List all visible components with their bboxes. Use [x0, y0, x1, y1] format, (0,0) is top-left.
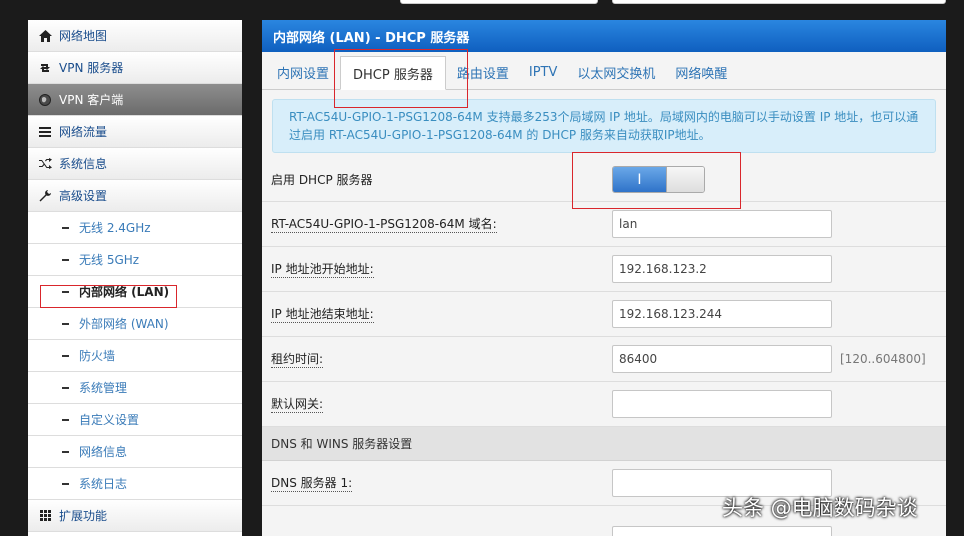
home-icon: [38, 29, 52, 43]
tab-iptv[interactable]: IPTV: [520, 56, 567, 89]
sidebar-sub-label: 防火墙: [79, 349, 116, 363]
top-input-left[interactable]: [400, 0, 598, 4]
sidebar-sub-label: 系统管理: [79, 381, 128, 395]
sidebar-item-network-info[interactable]: 网络信息: [28, 436, 242, 468]
gateway-input[interactable]: [612, 390, 832, 418]
enable-dhcp-label: 启用 DHCP 服务器: [271, 172, 373, 187]
highlight-box-dhcp-tab: [334, 49, 468, 108]
tab-lan-settings[interactable]: 内网设置: [268, 56, 338, 89]
dash-icon: [62, 450, 69, 453]
sidebar-item-admin[interactable]: 系统管理: [28, 372, 242, 404]
sidebar-sub-label: 网络信息: [79, 445, 128, 459]
sidebar-item-wireless-5[interactable]: 无线 5GHz: [28, 244, 242, 276]
row-gateway: 默认网关:: [262, 382, 946, 427]
row-pool-start: IP 地址池开始地址:: [262, 247, 946, 292]
lease-time-label: 租约时间:: [271, 352, 324, 368]
dns-section-title: DNS 和 WINS 服务器设置: [262, 427, 946, 461]
dash-icon: [62, 354, 69, 357]
sidebar-item-wan[interactable]: 外部网络 (WAN): [28, 308, 242, 340]
gateway-label: 默认网关:: [271, 397, 324, 413]
pool-start-input[interactable]: [612, 255, 832, 283]
sidebar: 网络地图 VPN 服务器 VPN 客户端 网络流量 系统信息 高级设置 无线 2…: [28, 20, 242, 536]
sidebar-sub-label: 外部网络 (WAN): [79, 317, 169, 331]
panel-title: 内部网络 (LAN) - DHCP 服务器: [262, 20, 946, 52]
dns2-input[interactable]: [612, 526, 832, 536]
sidebar-item-network-map[interactable]: 网络地图: [28, 20, 242, 52]
dash-icon: [62, 258, 69, 261]
highlight-box-toggle: [572, 152, 741, 209]
sidebar-item-advanced[interactable]: 高级设置: [28, 180, 242, 212]
sidebar-item-wireless-24[interactable]: 无线 2.4GHz: [28, 212, 242, 244]
highlight-box-lan: [40, 285, 177, 308]
sidebar-item-custom[interactable]: 自定义设置: [28, 404, 242, 436]
sidebar-item-extensions[interactable]: 扩展功能: [28, 500, 242, 532]
row-pool-end: IP 地址池结束地址:: [262, 292, 946, 337]
retweet-icon: [38, 61, 52, 75]
domain-label: RT-AC54U-GPIO-1-PSG1208-64M 域名:: [271, 217, 497, 233]
sidebar-item-label: 系统信息: [59, 157, 108, 171]
domain-input[interactable]: [612, 210, 832, 238]
lease-time-input[interactable]: [612, 345, 832, 373]
sidebar-sub-label: 自定义设置: [79, 413, 140, 427]
sidebar-item-syslog[interactable]: 系统日志: [28, 468, 242, 500]
lease-time-range: [120..604800]: [840, 352, 926, 366]
grid-icon: [38, 509, 52, 523]
pool-start-label: IP 地址池开始地址:: [271, 262, 374, 278]
sidebar-item-vpn-server[interactable]: VPN 服务器: [28, 52, 242, 84]
dash-icon: [62, 418, 69, 421]
sidebar-item-label: 网络流量: [59, 125, 108, 139]
sidebar-item-label: 高级设置: [59, 189, 108, 203]
sidebar-item-vpn-client[interactable]: VPN 客户端: [28, 84, 242, 116]
sidebar-item-label: VPN 客户端: [59, 93, 124, 107]
pool-end-input[interactable]: [612, 300, 832, 328]
shuffle-icon: [38, 157, 52, 171]
sidebar-item-label: 扩展功能: [59, 509, 108, 523]
globe-icon: [38, 93, 52, 107]
dash-icon: [62, 322, 69, 325]
dash-icon: [62, 226, 69, 229]
sidebar-sub-label: 无线 5GHz: [79, 253, 140, 267]
sidebar-item-traffic[interactable]: 网络流量: [28, 116, 242, 148]
tab-ethernet-switch[interactable]: 以太网交换机: [568, 56, 664, 89]
top-input-right[interactable]: [612, 0, 946, 4]
dns1-label: DNS 服务器 1:: [271, 476, 353, 492]
sidebar-item-label: VPN 服务器: [59, 61, 124, 75]
sidebar-sub-label: 系统日志: [79, 477, 128, 491]
sidebar-item-system-info[interactable]: 系统信息: [28, 148, 242, 180]
row-lease-time: 租约时间: [120..604800]: [262, 337, 946, 382]
pool-end-label: IP 地址池结束地址:: [271, 307, 374, 323]
watermark-text: 头条 @电脑数码杂谈: [722, 496, 918, 520]
dash-icon: [62, 386, 69, 389]
dash-icon: [62, 482, 69, 485]
tab-wake-on-lan[interactable]: 网络唤醒: [666, 56, 736, 89]
wrench-icon: [38, 189, 52, 203]
list-icon: [38, 125, 52, 139]
sidebar-item-label: 网络地图: [59, 29, 108, 43]
sidebar-sub-label: 无线 2.4GHz: [79, 221, 151, 235]
sidebar-item-firewall[interactable]: 防火墙: [28, 340, 242, 372]
